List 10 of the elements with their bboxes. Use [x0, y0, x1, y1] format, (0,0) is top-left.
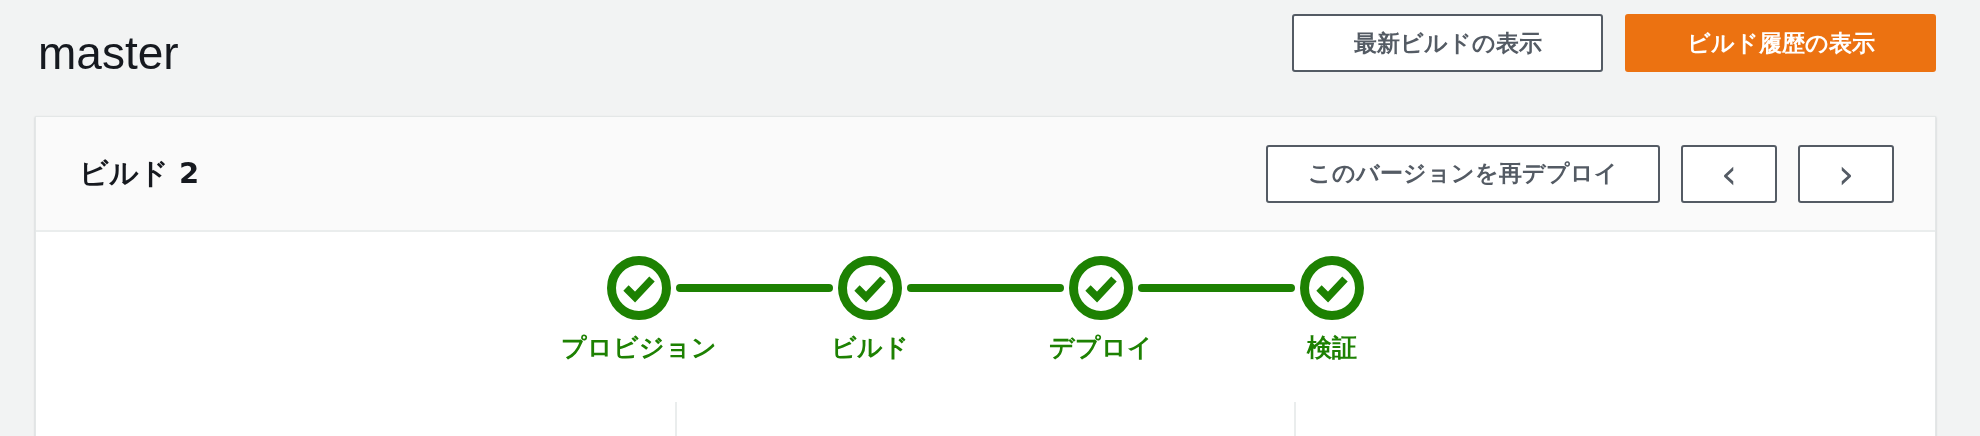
next-button[interactable]: ›	[1798, 144, 1894, 203]
step-label: プロビジョン	[561, 334, 717, 362]
page-title: master	[38, 28, 179, 79]
step-label: ビルド	[831, 334, 909, 362]
build-title: ビルド 2	[79, 154, 200, 192]
latest-build-button[interactable]: 最新ビルドの表示	[1292, 14, 1603, 72]
step-label: デプロイ	[1049, 334, 1153, 362]
step-label: 検証	[1307, 334, 1357, 362]
redeploy-button[interactable]: このバージョンを再デプロイ	[1266, 144, 1660, 203]
previous-button[interactable]: ‹	[1681, 144, 1777, 203]
